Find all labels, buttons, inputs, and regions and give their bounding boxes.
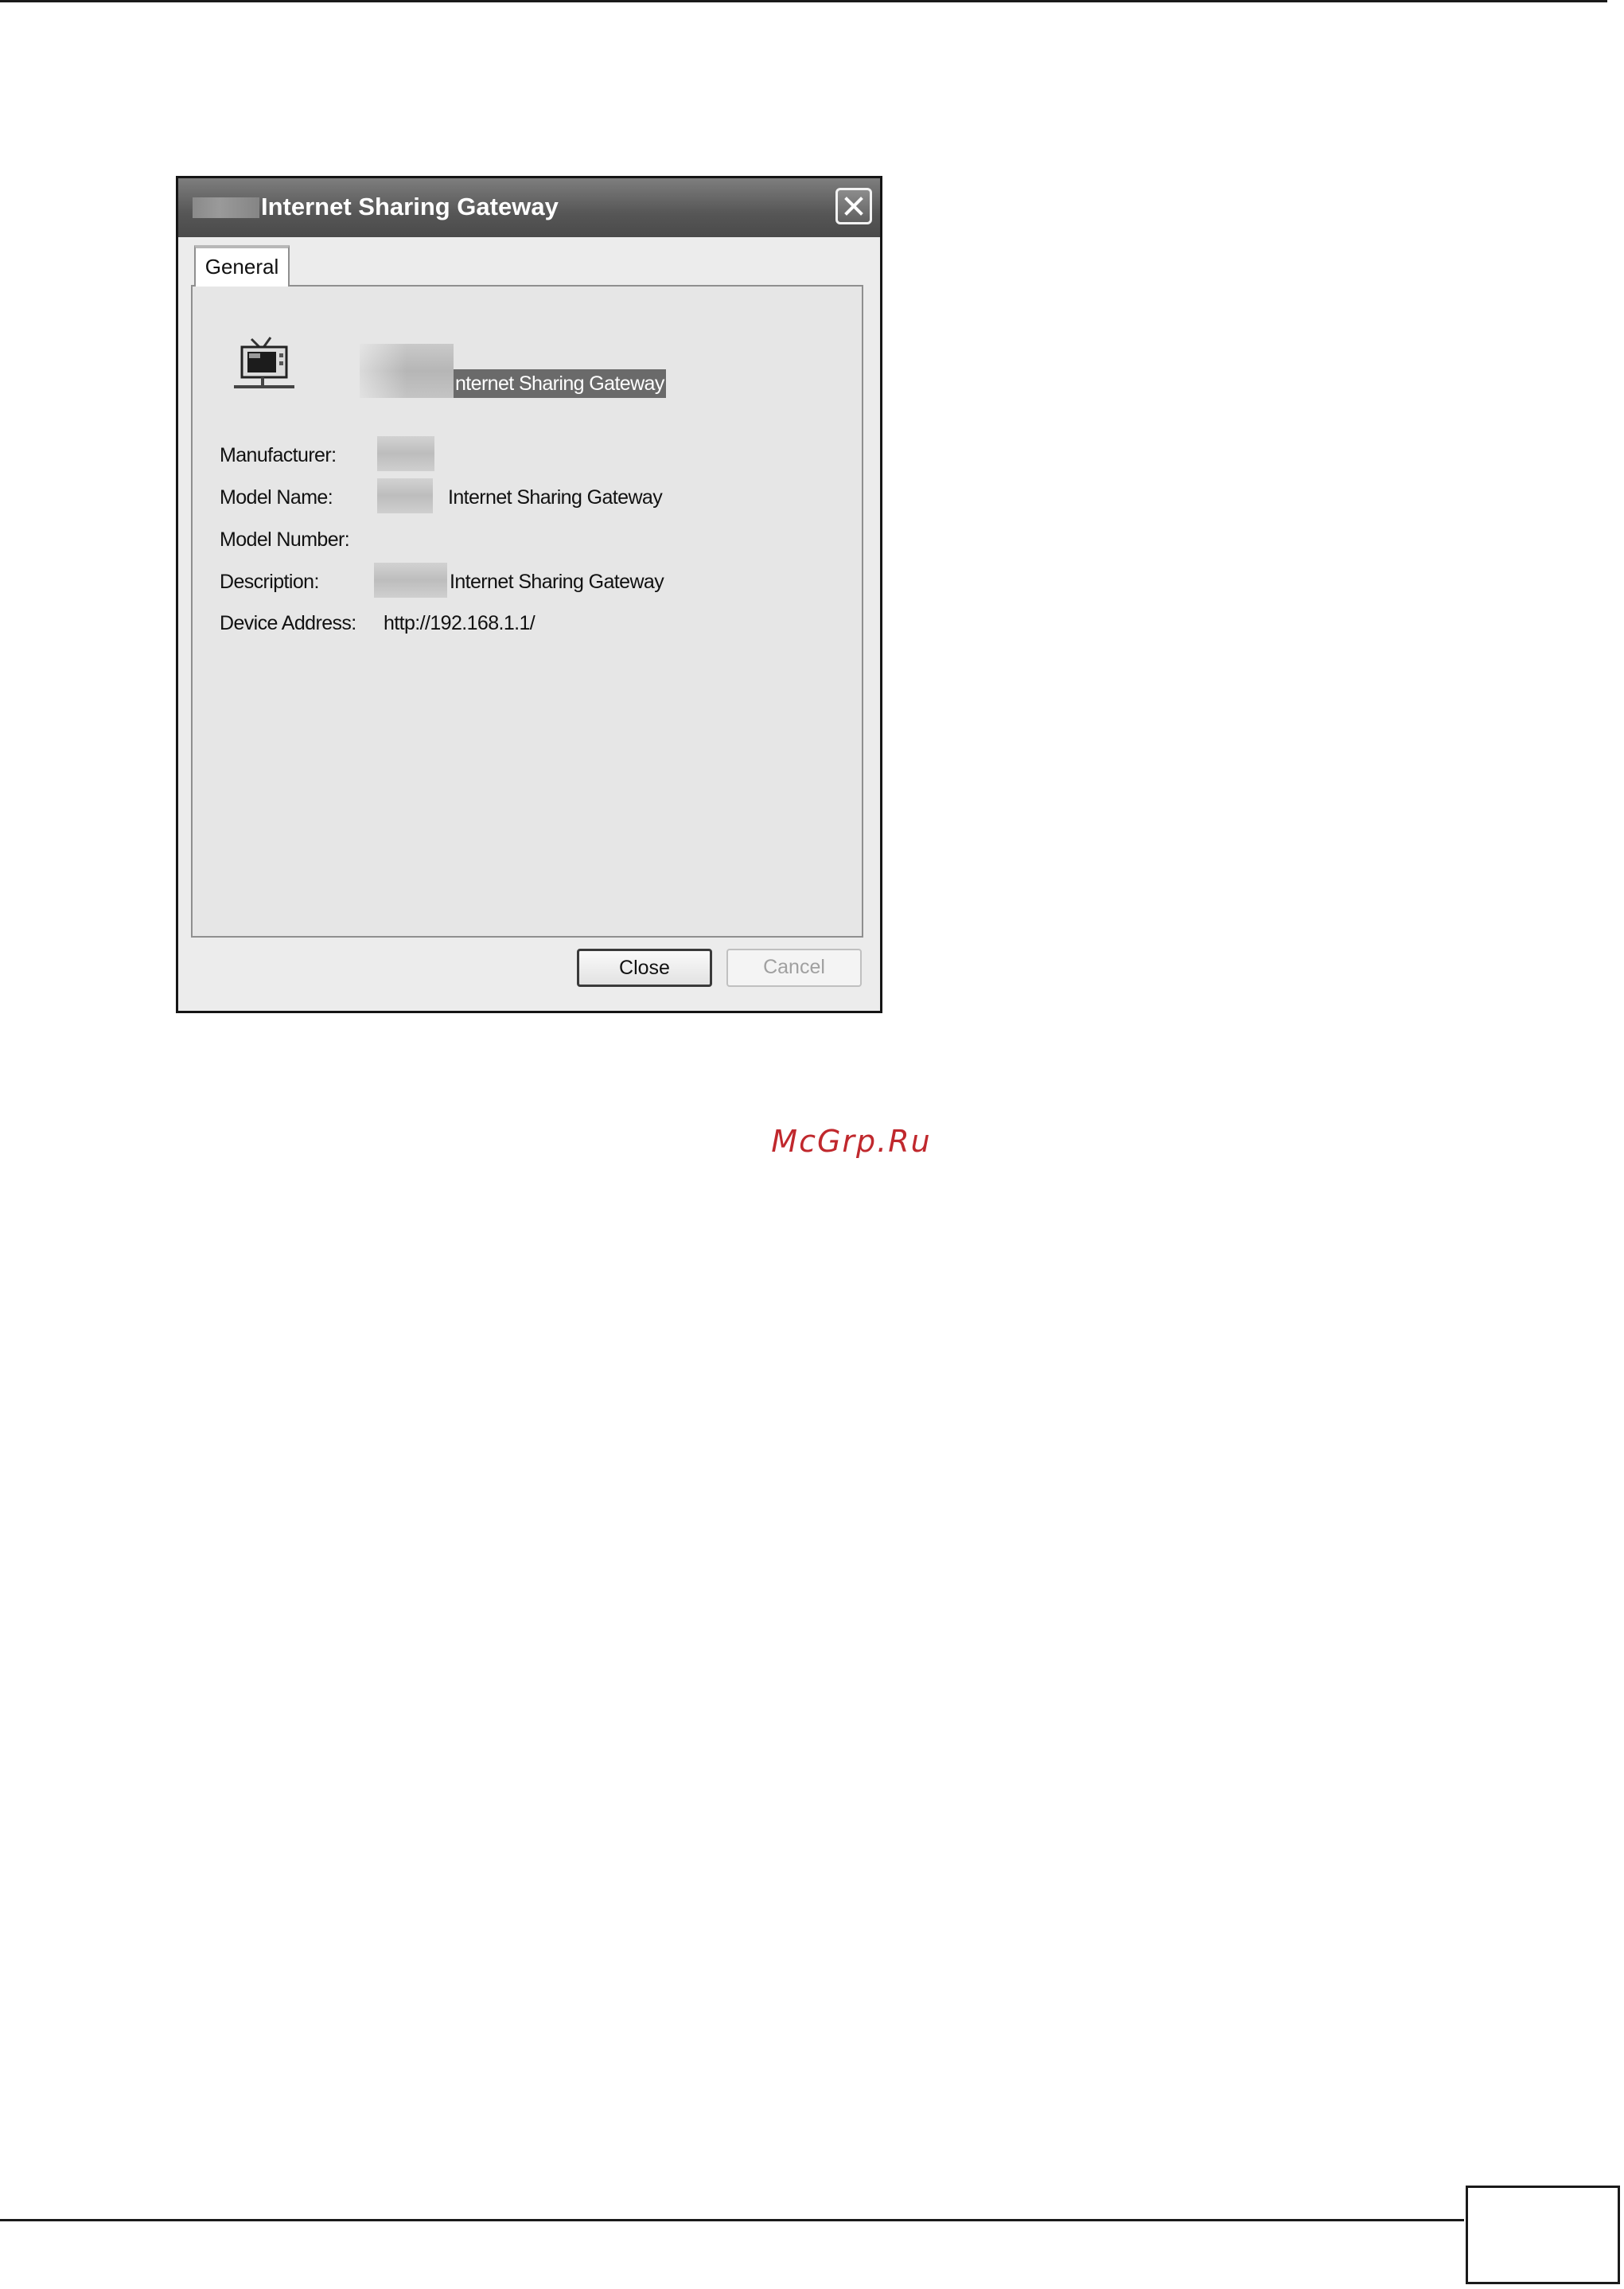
dialog-title: Internet Sharing Gateway	[261, 193, 559, 220]
properties-dialog: Internet Sharing Gateway General nternet…	[176, 176, 882, 1013]
close-button[interactable]: Close	[577, 949, 712, 987]
network-device-icon	[234, 337, 294, 388]
title-bar[interactable]: Internet Sharing Gateway	[178, 178, 880, 237]
device-name-redacted	[360, 344, 454, 398]
bottom-rule	[0, 2219, 1464, 2221]
general-panel: nternet Sharing Gateway Manufacturer: Mo…	[191, 285, 863, 938]
device-address-label: Device Address:	[220, 612, 356, 634]
manufacturer-redacted	[377, 436, 434, 471]
watermark: McGrp.Ru	[771, 1124, 932, 1159]
top-rule	[0, 0, 1607, 2]
model-number-label: Model Number:	[220, 528, 350, 551]
device-address-value[interactable]: http://192.168.1.1/	[384, 612, 535, 635]
cancel-button[interactable]: Cancel	[726, 949, 862, 987]
model-name-value: Internet Sharing Gateway	[448, 486, 663, 509]
model-name-label: Model Name:	[220, 486, 333, 509]
manufacturer-label: Manufacturer:	[220, 444, 337, 466]
description-value: Internet Sharing Gateway	[450, 571, 664, 593]
tab-general[interactable]: General	[194, 245, 290, 287]
page-number-box	[1466, 2186, 1620, 2284]
model-name-redacted	[377, 478, 433, 513]
device-name-selected[interactable]: nternet Sharing Gateway	[454, 369, 666, 398]
description-label: Description:	[220, 571, 319, 593]
description-redacted	[374, 563, 447, 598]
close-icon[interactable]	[835, 188, 872, 224]
title-redacted-prefix	[193, 197, 259, 218]
